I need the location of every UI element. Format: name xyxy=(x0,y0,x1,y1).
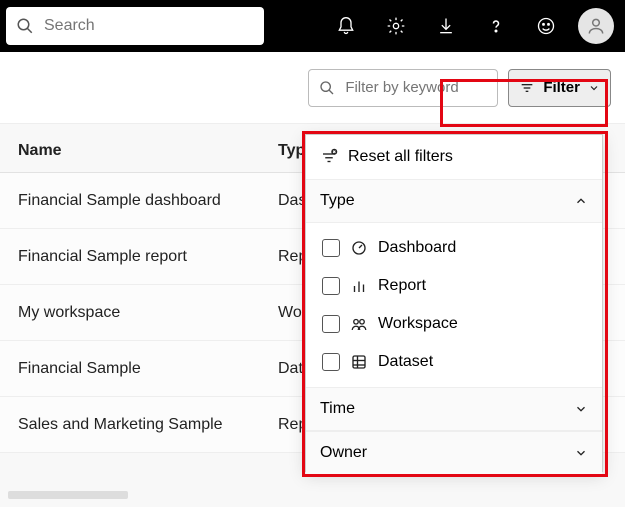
cell-name: Financial Sample dashboard xyxy=(18,192,278,210)
report-icon xyxy=(350,277,368,295)
reset-filters-label: Reset all filters xyxy=(348,148,453,166)
filter-section-time[interactable]: Time xyxy=(306,387,602,431)
filter-option-report[interactable]: Report xyxy=(306,267,602,305)
feedback-button[interactable] xyxy=(523,0,569,52)
global-search-input[interactable] xyxy=(42,16,254,36)
filter-type-options: Dashboard Report Workspace xyxy=(306,223,602,387)
search-icon xyxy=(319,80,335,96)
reset-filters-button[interactable]: Reset all filters xyxy=(306,135,602,179)
filter-section-label: Owner xyxy=(320,444,367,462)
filter-section-label: Type xyxy=(320,192,355,210)
filter-section-label: Time xyxy=(320,400,355,418)
gear-icon xyxy=(386,16,406,36)
settings-button[interactable] xyxy=(373,0,419,52)
filter-section-owner[interactable]: Owner xyxy=(306,431,602,475)
filter-section-type[interactable]: Type xyxy=(306,179,602,223)
avatar xyxy=(578,8,614,44)
download-icon xyxy=(436,16,456,36)
help-button[interactable] xyxy=(473,0,519,52)
bell-icon xyxy=(336,16,356,36)
cell-name: Financial Sample xyxy=(18,360,278,378)
search-icon xyxy=(16,17,34,35)
chevron-down-icon xyxy=(574,446,588,460)
cell-name: My workspace xyxy=(18,304,278,322)
global-search[interactable] xyxy=(6,7,264,45)
person-icon xyxy=(586,16,606,36)
cell-name: Sales and Marketing Sample xyxy=(18,416,278,434)
filter-button[interactable]: Filter xyxy=(508,69,611,107)
filter-option-dataset[interactable]: Dataset xyxy=(306,343,602,381)
dataset-icon xyxy=(350,353,368,371)
chevron-down-icon xyxy=(588,82,600,94)
filter-option-workspace[interactable]: Workspace xyxy=(306,305,602,343)
filter-option-label: Dataset xyxy=(378,353,433,371)
smiley-icon xyxy=(536,16,556,36)
download-button[interactable] xyxy=(423,0,469,52)
app-root: Filter Name Type Financial Sample dashbo… xyxy=(0,0,625,507)
reset-filter-icon xyxy=(320,148,338,166)
filter-option-dashboard[interactable]: Dashboard xyxy=(306,229,602,267)
list-toolbar: Filter xyxy=(0,52,625,124)
filter-keyword[interactable] xyxy=(308,69,498,107)
horizontal-scrollbar[interactable] xyxy=(8,491,128,499)
filter-panel: Reset all filters Type Dashboard Rep xyxy=(305,134,603,472)
filter-option-label: Dashboard xyxy=(378,239,456,257)
top-bar xyxy=(0,0,625,52)
column-header-name[interactable]: Name xyxy=(18,142,278,160)
filter-icon xyxy=(519,80,535,96)
filter-option-label: Workspace xyxy=(378,315,458,333)
checkbox[interactable] xyxy=(322,277,340,295)
chevron-up-icon xyxy=(574,194,588,208)
workspace-icon xyxy=(350,315,368,333)
chevron-down-icon xyxy=(574,402,588,416)
checkbox[interactable] xyxy=(322,353,340,371)
checkbox[interactable] xyxy=(322,239,340,257)
cell-name: Financial Sample report xyxy=(18,248,278,266)
dashboard-icon xyxy=(350,239,368,257)
filter-button-label: Filter xyxy=(543,79,580,96)
checkbox[interactable] xyxy=(322,315,340,333)
filter-option-label: Report xyxy=(378,277,426,295)
notifications-button[interactable] xyxy=(323,0,369,52)
help-icon xyxy=(486,16,506,36)
account-button[interactable] xyxy=(573,0,619,52)
